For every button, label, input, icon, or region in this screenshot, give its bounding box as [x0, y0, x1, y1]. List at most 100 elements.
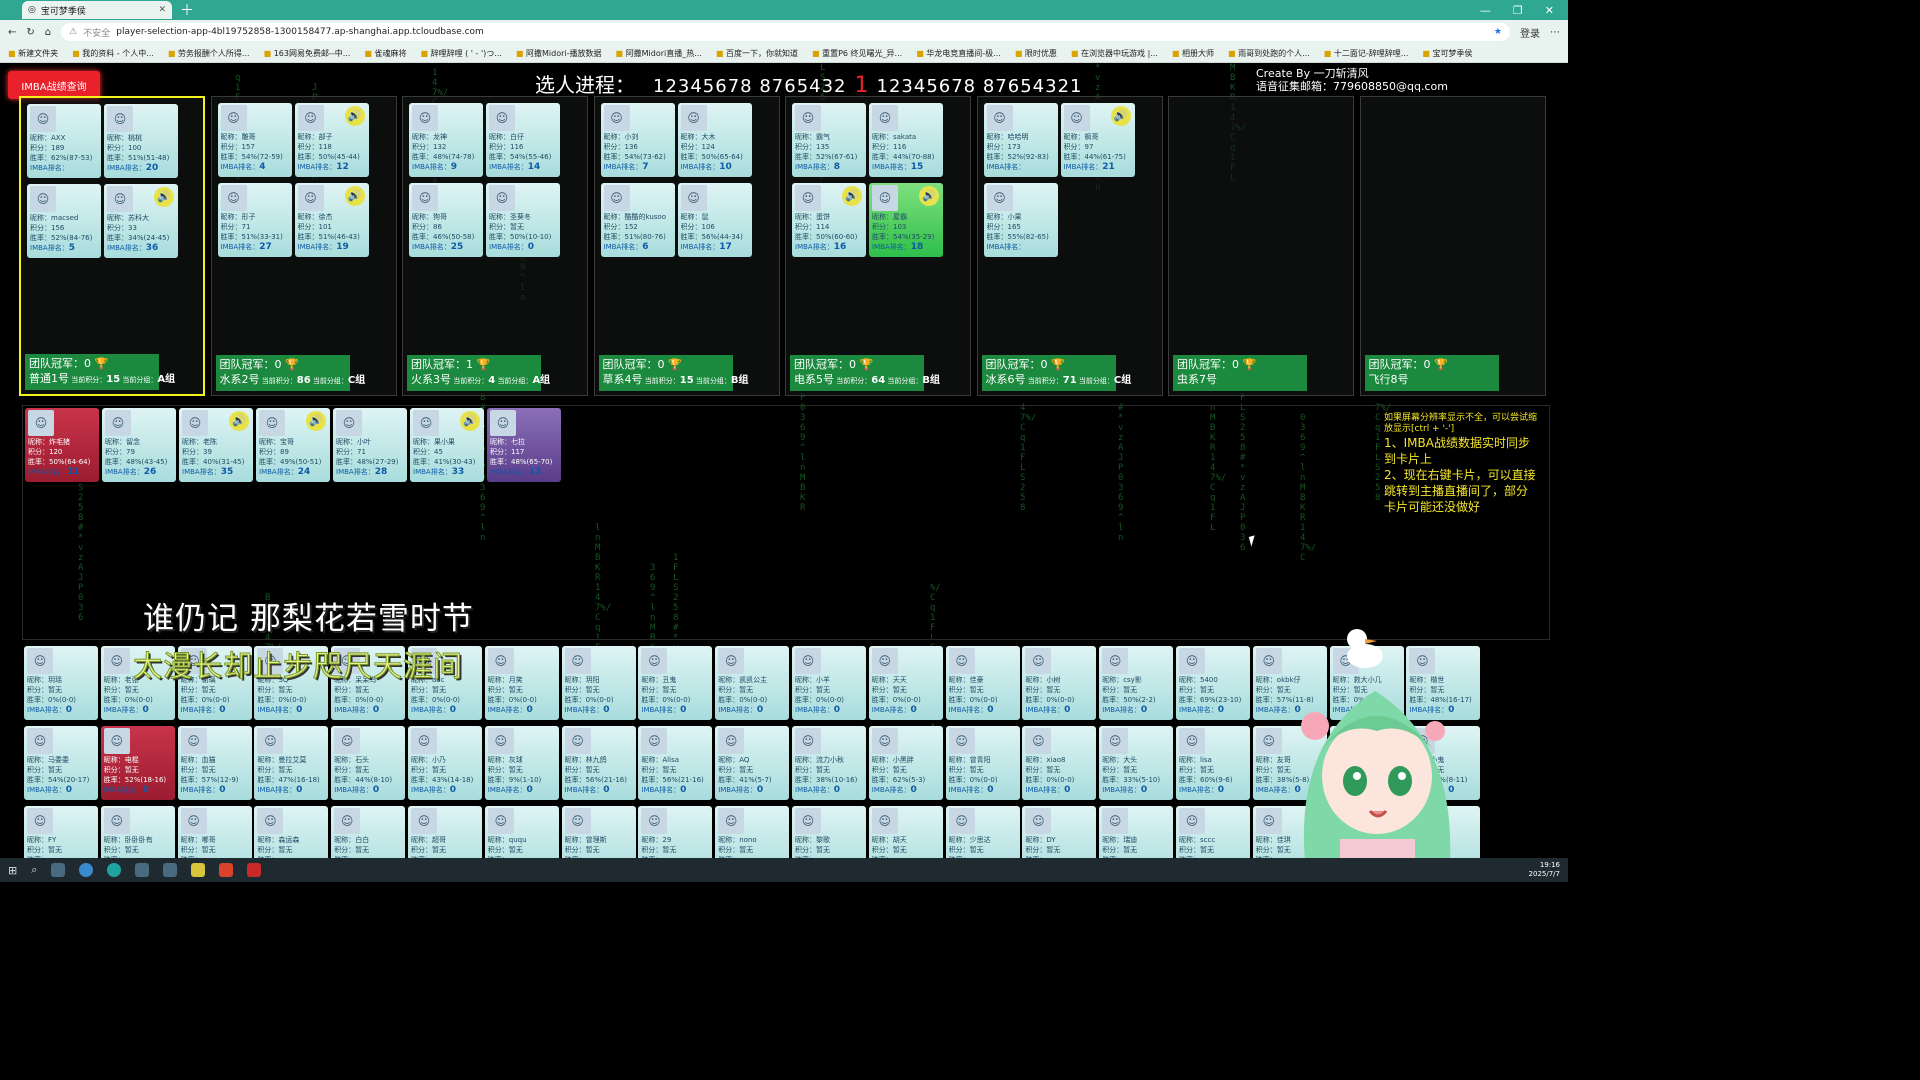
team-panel[interactable]: ☺ 昵称：雕哥 积分：157 胜率：54%(72-59) IMBA排名：4 ☺ 🔊 昵称：部子…: [210, 96, 397, 396]
browser-tab[interactable]: ◎ 宝可梦季侯 ✕: [22, 1, 172, 19]
player-card[interactable]: ☺ 🔊 昵称：部子 积分：118 胜率：50%(45-44) IMBA排名：12: [294, 103, 369, 177]
login-button[interactable]: 登录: [1520, 25, 1540, 40]
edge-icon[interactable]: [107, 863, 122, 877]
player-card[interactable]: ☺ 🔊 昵称：果小果 积分：45 胜率：41%(30-43) IMBA排名：33: [410, 408, 484, 482]
player-card[interactable]: ☺ 🔊 昵称：屋霸 积分：103 胜率：54%(35-29) IMBA排名：18: [869, 183, 943, 257]
bookmark-item[interactable]: 相册大师: [1172, 48, 1214, 59]
player-card[interactable]: ☺ 昵称：macsed 积分：156 胜率：52%(84-76) IMBA排名：5: [27, 184, 101, 258]
player-card[interactable]: ☺ 昵称：小黑胖 积分：暂无 胜率：62%(5-3) IMBA排名：0: [868, 726, 943, 800]
search-icon[interactable]: ⌕: [31, 863, 37, 877]
player-card[interactable]: ☺昵称：DY积分：暂无胜率：IMBA排名：0: [1022, 806, 1097, 858]
player-card[interactable]: ☺ 昵称：留念 积分：79 胜率：48%(43-45) IMBA排名：26: [102, 408, 176, 482]
player-card[interactable]: ☺昵称：嘟哥积分：暂无胜率：IMBA排名：0: [177, 806, 252, 858]
bookmark-item[interactable]: 十二面记-辞哩辞哩...: [1324, 48, 1409, 59]
player-card[interactable]: ☺ 昵称：血猫 积分：暂无 胜率：57%(12-9) IMBA排名：0: [177, 726, 252, 800]
player-card[interactable]: ☺昵称：胡天积分：暂无胜率：IMBA排名：0: [868, 806, 943, 858]
close-window-icon[interactable]: ✕: [1545, 4, 1554, 17]
player-card[interactable]: ☺昵称：29积分：暂无胜率：IMBA排名：0: [638, 806, 713, 858]
bookmark-item[interactable]: 限时优惠: [1015, 48, 1057, 59]
reload-icon[interactable]: ↻: [26, 27, 34, 38]
team-panel[interactable]: ☺ 昵称：哈哈明 积分：173 胜率：52%(92-83) IMBA排名： ☺ 🔊 昵称：枫哥…: [976, 96, 1163, 396]
bookmark-item[interactable]: 在浏览器中玩游戏 |...: [1071, 48, 1158, 59]
player-card[interactable]: ☺ 昵称：马委委 积分：暂无 胜率：54%(20-17) IMBA排名：0: [24, 726, 98, 800]
player-card[interactable]: ☺ 昵称：佳豪 积分：暂无 胜率：0%(0-0) IMBA排名：0: [945, 646, 1020, 720]
player-card[interactable]: ☺ 昵称：天天 积分：暂无 胜率：0%(0-0) IMBA排名：0: [868, 646, 943, 720]
minimize-icon[interactable]: —: [1480, 4, 1491, 17]
player-card[interactable]: ☺ 🔊 昵称：蛋饼 积分：114 胜率：50%(60-60) IMBA排名：16: [792, 183, 866, 257]
player-card[interactable]: ☺ 昵称：csy影 积分：暂无 胜率：50%(2-2) IMBA排名：0: [1099, 646, 1174, 720]
app-icon[interactable]: [219, 863, 234, 877]
speaker-icon[interactable]: 🔊: [344, 186, 365, 206]
speaker-icon[interactable]: 🔊: [154, 187, 174, 207]
player-card[interactable]: ☺ 昵称：哈哈明 积分：173 胜率：52%(92-83) IMBA排名：: [983, 103, 1058, 177]
player-card[interactable]: ☺ 昵称：小羊 积分：暂无 胜率：0%(0-0) IMBA排名：0: [792, 646, 866, 720]
player-card[interactable]: ☺ 昵称：曼拉艾莫 积分：暂无 胜率：47%(16-18) IMBA排名：0: [254, 726, 329, 800]
speaker-icon[interactable]: 🔊: [344, 106, 365, 126]
app-icon[interactable]: [247, 863, 262, 877]
player-card[interactable]: ☺昵称：少思达积分：暂无胜率：IMBA排名：0: [945, 806, 1020, 858]
player-card[interactable]: ☺ 🔊 昵称：枫哥 积分：97 胜率：44%(61-75) IMBA排名：21: [1060, 103, 1135, 177]
app-icon[interactable]: [191, 863, 206, 877]
file-explorer-icon[interactable]: [51, 863, 66, 877]
app-icon[interactable]: [163, 863, 178, 877]
player-card[interactable]: ☺昵称：超哥积分：暂无胜率：IMBA排名：0: [408, 806, 482, 858]
player-card[interactable]: ☺ 昵称：桃桃 积分：100 胜率：51%(51-48) IMBA排名：20: [104, 104, 178, 178]
player-card[interactable]: ☺ 昵称：小刘 积分：136 胜率：54%(73-62) IMBA排名：7: [600, 103, 675, 177]
player-card[interactable]: ☺ 昵称：酷酷的kusoo 积分：152 胜率：51%(80-76) IMBA排名：6: [600, 183, 675, 257]
speaker-icon[interactable]: 🔊: [1110, 106, 1131, 126]
player-card[interactable]: ☺昵称：森运森积分：暂无胜率：IMBA排名：0: [254, 806, 329, 858]
speaker-icon[interactable]: 🔊: [919, 186, 939, 206]
player-card[interactable]: ☺ 昵称：圣葵冬 积分：暂无 胜率：50%(10-10) IMBA排名：0: [486, 183, 560, 257]
restore-icon[interactable]: ❐: [1513, 4, 1523, 17]
player-card[interactable]: ☺ 昵称：AQ 积分：暂无 胜率：41%(5-7) IMBA排名：0: [715, 726, 790, 800]
bookmark-item[interactable]: 雨哥到处跑的个人...: [1228, 48, 1310, 59]
star-icon[interactable]: ★: [1494, 27, 1502, 37]
team-panel[interactable]: ☺ 昵称：霸气 积分：135 胜率：52%(67-61) IMBA排名：8 ☺ 昵称：sak…: [785, 96, 971, 396]
player-card[interactable]: ☺ 昵称：灰球 积分：暂无 胜率：9%(1-10) IMBA排名：0: [484, 726, 559, 800]
player-card[interactable]: ☺ 昵称：sakata 积分：116 胜率：44%(70-88) IMBA排名：15: [869, 103, 943, 177]
player-card[interactable]: ☺ 昵称：流力小秋 积分：暂无 胜率：38%(10-16) IMBA排名：0: [792, 726, 866, 800]
player-card[interactable]: ☺ 昵称：xiao8 积分：暂无 胜率：0%(0-0) IMBA排名：0: [1022, 726, 1097, 800]
player-card[interactable]: ☺ 昵称：大木 积分：124 胜率：50%(65-64) IMBA排名：10: [677, 103, 752, 177]
bookmark-item[interactable]: 雀魂麻将: [364, 48, 406, 59]
bookmark-item[interactable]: 阿撒Midori-播放数据: [516, 48, 602, 59]
windows-start-icon[interactable]: ⊞: [8, 864, 17, 877]
bookmark-item[interactable]: 新建文件夹: [8, 48, 58, 59]
player-card[interactable]: ☺ 🔊 昵称：宝哥 积分：89 胜率：49%(50-51) IMBA排名：24: [256, 408, 330, 482]
player-card[interactable]: ☺ 🔊 昵称：徐杰 积分：101 胜率：51%(46-43) IMBA排名：19: [294, 183, 369, 257]
player-card[interactable]: ☺昵称：ququ积分：暂无胜率：IMBA排名：0: [484, 806, 559, 858]
new-tab-button[interactable]: ＋: [180, 0, 194, 20]
player-card[interactable]: ☺ 昵称：炸毛猪 积分：120 胜率：50%(64-64) IMBA排名：11: [25, 408, 99, 482]
speaker-icon[interactable]: 🔊: [229, 411, 249, 431]
player-card[interactable]: ☺ 昵称：小树 积分：暂无 胜率：0%(0-0) IMBA排名：0: [1022, 646, 1097, 720]
player-card[interactable]: ☺ 昵称：小乃 积分：暂无 胜率：43%(14-18) IMBA排名：0: [408, 726, 482, 800]
player-card[interactable]: ☺昵称：FY积分：暂无胜率：IMBA排名：0: [24, 806, 98, 858]
imba-query-button[interactable]: IMBA战绩查询: [8, 71, 100, 99]
player-card[interactable]: ☺ 昵称：Alisa 积分：暂无 胜率：56%(21-16) IMBA排名：0: [638, 726, 713, 800]
player-card[interactable]: ☺昵称：卧卧卧有积分：暂无胜率：IMBA排名：0: [100, 806, 175, 858]
player-card[interactable]: ☺ 昵称：丑鬼 积分：暂无 胜率：0%(0-0) IMBA排名：0: [638, 646, 713, 720]
team-panel[interactable]: ☺ 昵称：小刘 积分：136 胜率：54%(73-62) IMBA排名：7 ☺ 昵称：大木积…: [593, 96, 780, 396]
player-card[interactable]: ☺ 昵称：5400 积分：暂无 胜率：69%(23-10) IMBA排名：0: [1176, 646, 1250, 720]
bookmark-item[interactable]: 重置P6 终见曙光_异...: [812, 48, 902, 59]
speaker-icon[interactable]: 🔊: [306, 411, 326, 431]
chrome-icon[interactable]: [79, 863, 94, 877]
player-card[interactable]: ☺ 昵称：月笑 积分：暂无 胜率：0%(0-0) IMBA排名：0: [484, 646, 559, 720]
player-card[interactable]: ☺ 昵称：林九鸽 积分：暂无 胜率：56%(21-16) IMBA排名：0: [561, 726, 636, 800]
player-card[interactable]: ☺ 昵称：形子 积分：71 胜率：51%(33-31) IMBA排名：27: [217, 183, 292, 257]
bookmark-item[interactable]: 163网易免费邮--中...: [264, 48, 351, 59]
url-field[interactable]: ⚠ 不安全 player-selection-app-4bl19752858-1…: [61, 23, 1510, 41]
player-card[interactable]: ☺昵称：瑞迪积分：暂无胜率：IMBA排名：0: [1099, 806, 1174, 858]
player-card[interactable]: ☺ 昵称：狗哥 积分：86 胜率：46%(50-58) IMBA排名：25: [409, 183, 483, 257]
speaker-icon[interactable]: 🔊: [460, 411, 480, 431]
player-card[interactable]: ☺昵称：sccc积分：暂无胜率：IMBA排名：0: [1176, 806, 1250, 858]
player-card[interactable]: ☺ 昵称：雕哥 积分：157 胜率：54%(72-59) IMBA排名：4: [217, 103, 292, 177]
player-card[interactable]: ☺ 昵称：lisa 积分：暂无 胜率：60%(9-6) IMBA排名：0: [1176, 726, 1250, 800]
steam-icon[interactable]: [135, 863, 150, 877]
player-card[interactable]: ☺ 昵称：曾青阳 积分：暂无 胜率：0%(0-0) IMBA排名：0: [945, 726, 1020, 800]
player-card[interactable]: ☺ 昵称：白仔 积分：116 胜率：54%(55-46) IMBA排名：14: [486, 103, 560, 177]
player-card[interactable]: ☺ 昵称：鼠 积分：106 胜率：56%(44-34) IMBA排名：17: [677, 183, 752, 257]
bookmark-item[interactable]: 百度一下，你就知道: [716, 48, 798, 59]
close-tab-icon[interactable]: ✕: [158, 5, 166, 15]
player-card[interactable]: ☺昵称：黎歌积分：暂无胜率：IMBA排名：0: [792, 806, 866, 858]
